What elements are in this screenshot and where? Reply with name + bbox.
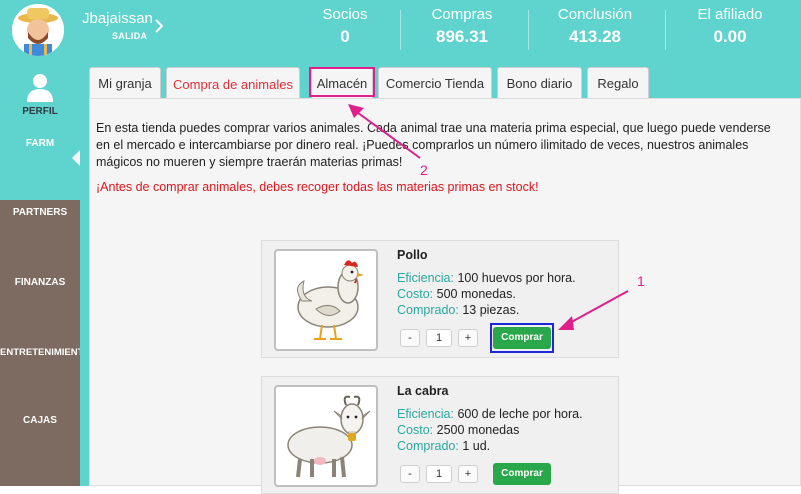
sidebar-item-label: ENTRETENIMIENTO xyxy=(0,347,91,358)
cost-value: 2500 monedas xyxy=(436,423,520,437)
active-indicator xyxy=(72,150,80,166)
decrement-button[interactable]: - xyxy=(400,465,420,483)
chicken-image xyxy=(274,249,378,351)
stat-afiliado: El afiliado 0.00 xyxy=(675,6,785,47)
sidebar-item-cajas[interactable]: CAJAS xyxy=(0,415,80,426)
buy-highlight xyxy=(490,323,554,353)
animal-name: Pollo xyxy=(397,248,428,262)
username: Jbajaissan xyxy=(82,10,153,27)
bought-label: Comprado: xyxy=(397,439,459,453)
animal-card-cabra: La cabra Eficiencia: 600 de leche por ho… xyxy=(261,376,619,494)
farmer-avatar[interactable] xyxy=(12,4,64,56)
sidebar-item-farm[interactable]: FARM xyxy=(0,138,80,149)
stat-label: Socios xyxy=(322,6,368,23)
stat-value: 0.00 xyxy=(713,27,747,46)
divider xyxy=(665,10,666,50)
user-icon xyxy=(27,74,53,102)
bought-value: 1 ud. xyxy=(462,439,491,453)
divider xyxy=(400,10,401,50)
stat-label: El afiliado xyxy=(697,6,763,23)
stat-label: Conclusión xyxy=(557,6,633,23)
bought-value: 13 piezas. xyxy=(462,303,520,317)
bought-label: Comprado: xyxy=(397,303,459,317)
increment-button[interactable]: + xyxy=(458,329,478,347)
warning-text: ¡Antes de comprar animales, debes recoge… xyxy=(96,180,539,194)
tab-regalo[interactable]: Regalo xyxy=(587,67,649,99)
quantity-input[interactable]: 1 xyxy=(426,465,452,483)
sidebar-item-finanzas[interactable]: FINANZAS xyxy=(0,277,80,288)
sidebar-item-label: FARM xyxy=(25,138,55,149)
cost-label: Costo: xyxy=(397,287,434,301)
main-content: Mi granja Compra de animales Almacén Com… xyxy=(80,58,801,494)
cost-value: 500 monedas. xyxy=(436,287,516,301)
quantity-input[interactable]: 1 xyxy=(426,329,452,347)
cost-line: Costo: 2500 monedas xyxy=(397,423,519,437)
sidebar-item-entretenimiento[interactable]: ENTRETENIMIENTO xyxy=(0,347,91,358)
animal-name: La cabra xyxy=(397,384,449,398)
sidebar-item-label: FINANZAS xyxy=(14,277,66,288)
stat-value: 413.28 xyxy=(569,27,621,46)
top-bar: Jbajaissan SALIDA Socios 0 Compras 896.3… xyxy=(0,0,801,58)
annotation-number-one: 1 xyxy=(637,273,645,289)
stat-socios: Socios 0 xyxy=(300,6,390,47)
almacen-highlight xyxy=(309,67,375,97)
stat-label: Compras xyxy=(431,6,493,23)
efficiency-label: Eficiencia: xyxy=(397,407,454,421)
logout-link[interactable]: SALIDA xyxy=(112,31,147,41)
sidebar-item-label: CAJAS xyxy=(23,415,57,426)
chevron-right-icon[interactable] xyxy=(154,18,164,34)
efficiency-value: 600 de leche por hora. xyxy=(457,407,583,421)
tab-mi-granja[interactable]: Mi granja xyxy=(89,67,161,99)
goat-image xyxy=(274,385,378,487)
intro-text: En esta tienda puedes comprar varios ani… xyxy=(96,121,771,169)
decrement-button[interactable]: - xyxy=(400,329,420,347)
sidebar-item-label: PARTNERS xyxy=(12,207,68,218)
bought-line: Comprado: 13 piezas. xyxy=(397,303,519,317)
tab-compra-de-animales[interactable]: Compra de animales xyxy=(166,67,300,100)
efficiency-label: Eficiencia: xyxy=(397,271,454,285)
stat-value: 896.31 xyxy=(436,27,488,46)
stat-compras: Compras 896.31 xyxy=(412,6,512,47)
stat-value: 0 xyxy=(340,27,350,46)
sidebar-item-label: PERFIL xyxy=(22,106,58,117)
cost-line: Costo: 500 monedas. xyxy=(397,287,516,301)
divider xyxy=(528,10,529,50)
tab-bono-diario[interactable]: Bono diario xyxy=(497,67,582,99)
buy-button[interactable]: Comprar xyxy=(493,463,551,485)
tab-comercio-tienda[interactable]: Comercio Tienda xyxy=(378,67,492,99)
efficiency-value: 100 huevos por hora. xyxy=(457,271,576,285)
bought-line: Comprado: 1 ud. xyxy=(397,439,490,453)
sidebar-item-perfil[interactable]: PERFIL xyxy=(0,72,80,117)
increment-button[interactable]: + xyxy=(458,465,478,483)
annotation-number-two: 2 xyxy=(420,162,428,178)
efficiency-line: Eficiencia: 600 de leche por hora. xyxy=(397,407,583,421)
stat-conclusion: Conclusión 413.28 xyxy=(540,6,650,47)
sidebar-item-partners[interactable]: PARTNERS xyxy=(0,207,80,218)
cost-label: Costo: xyxy=(397,423,434,437)
animal-card-pollo: Pollo Eficiencia: 100 huevos por hora. C… xyxy=(261,240,619,358)
efficiency-line: Eficiencia: 100 huevos por hora. xyxy=(397,271,576,285)
sidebar: PERFIL FARM PARTNERS FINANZAS ENTRETENIM… xyxy=(0,58,91,486)
